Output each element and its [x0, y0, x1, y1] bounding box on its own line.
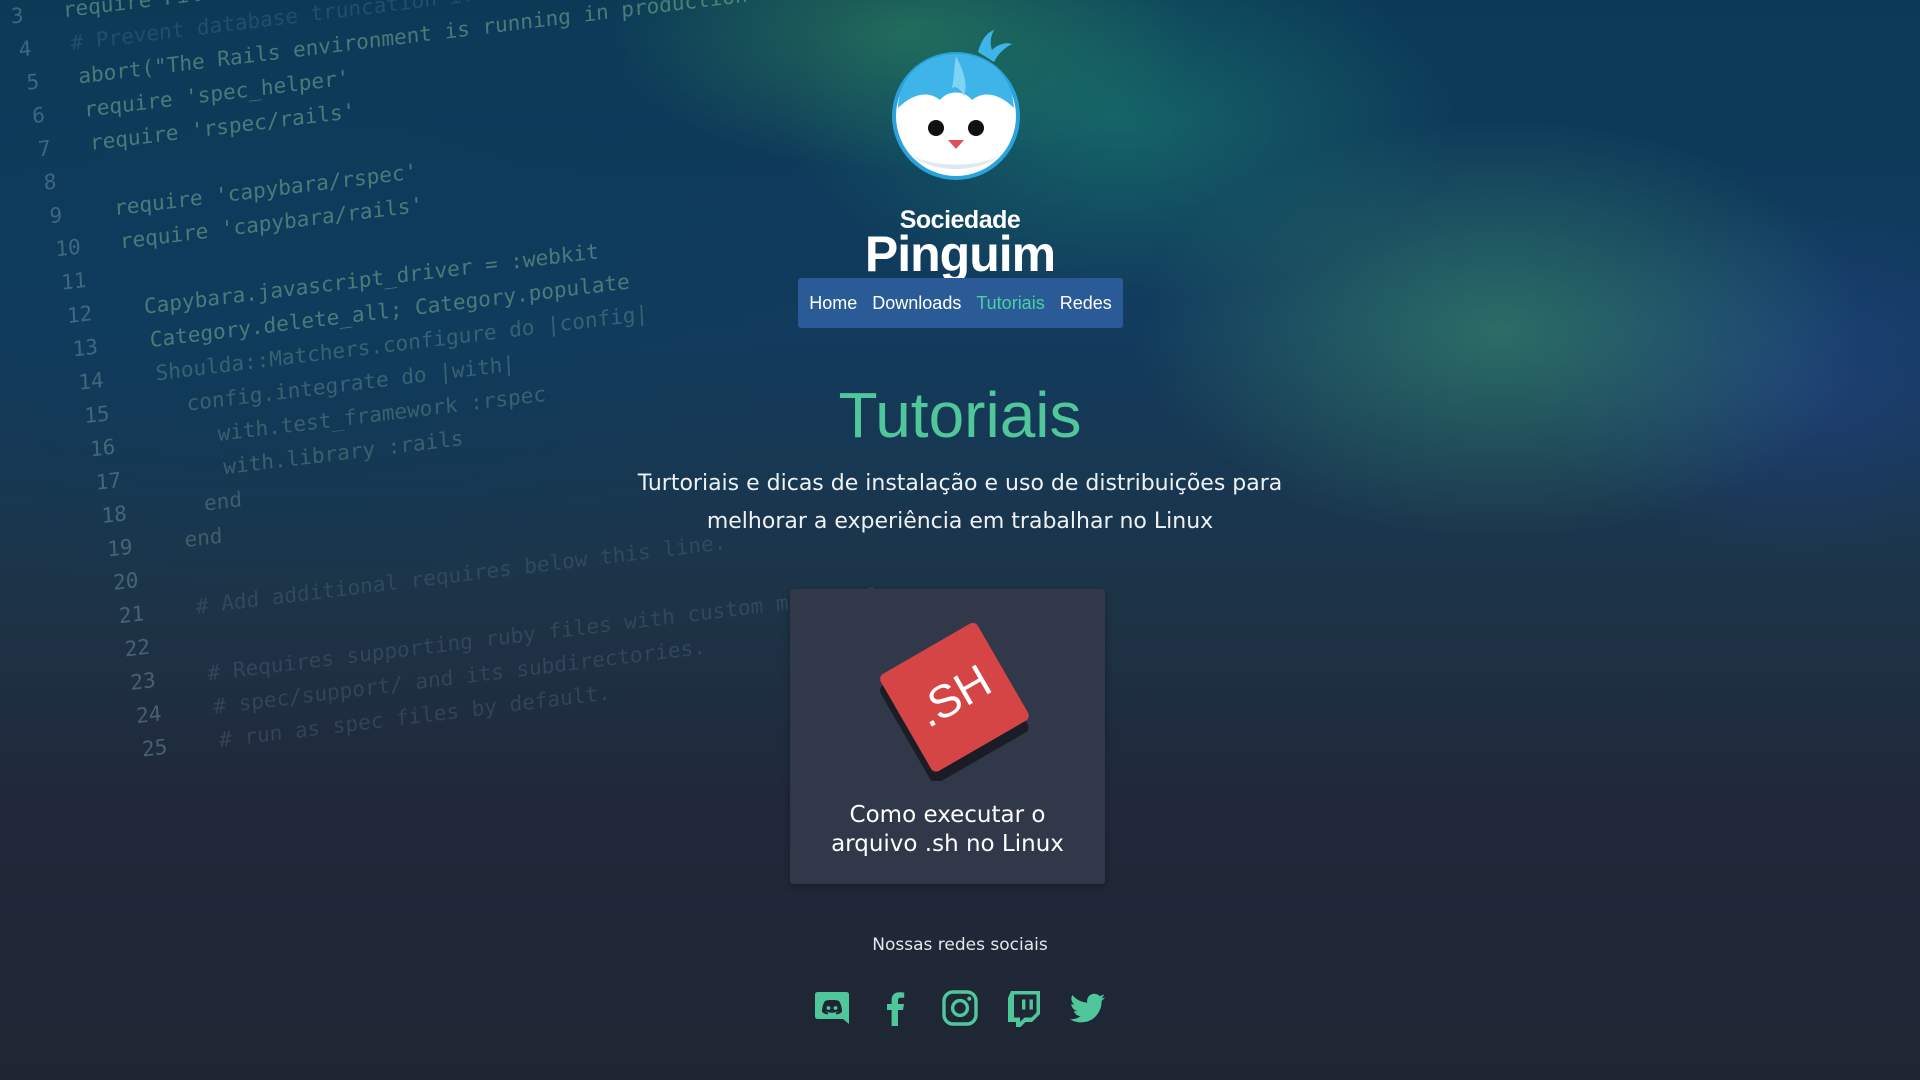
- page-title: Tutoriais: [838, 379, 1082, 451]
- social-label: Nossas redes sociais: [872, 935, 1048, 955]
- penguin-mascot-icon: [892, 30, 1020, 180]
- social-links: [812, 988, 1112, 1030]
- sh-file-icon: .SH: [879, 622, 1029, 781]
- subtitle-line-1: Turtoriais e dicas de instalação e uso d…: [637, 471, 1283, 496]
- twitch-icon[interactable]: [1004, 988, 1044, 1028]
- nav-item-tutoriais[interactable]: Tutoriais: [976, 293, 1044, 314]
- logo-text-pinguim: Pinguim: [864, 226, 1056, 282]
- page-subtitle: Turtoriais e dicas de instalação e uso d…: [610, 465, 1310, 541]
- nav-item-redes[interactable]: Redes: [1060, 293, 1112, 314]
- main-nav: Home Downloads Tutoriais Redes: [798, 278, 1123, 328]
- card-title-line-2: arquivo .sh no Linux: [831, 831, 1064, 857]
- tutorial-card[interactable]: .SH Como executar o arquivo .sh no Linux: [790, 589, 1105, 884]
- card-title-line-1: Como executar o: [849, 802, 1046, 828]
- instagram-icon[interactable]: [940, 988, 980, 1028]
- tutorial-card-title: Como executar o arquivo .sh no Linux: [800, 801, 1095, 859]
- subtitle-line-2: melhorar a experiência em trabalhar no L…: [706, 509, 1214, 534]
- nav-item-downloads[interactable]: Downloads: [872, 293, 961, 314]
- site-logo[interactable]: Sociedade Pinguim: [860, 28, 1060, 282]
- facebook-icon[interactable]: [876, 988, 916, 1028]
- discord-icon[interactable]: [812, 988, 852, 1028]
- nav-item-home[interactable]: Home: [809, 293, 857, 314]
- twitter-icon[interactable]: [1068, 988, 1108, 1028]
